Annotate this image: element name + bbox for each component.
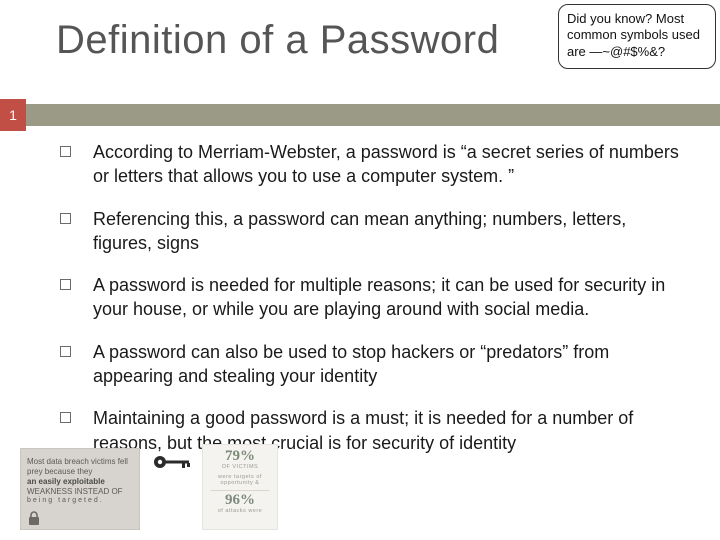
accent-bar [0,104,720,126]
list-item: According to Merriam-Webster, a password… [60,140,680,189]
divider [211,490,269,491]
bullet-icon [60,279,71,290]
stat-percentage: 96% [205,493,275,508]
quote-spaced: being targeted. [27,497,133,506]
did-you-know-callout: Did you know? Most common symbols used a… [558,4,716,69]
lock-icon [27,510,41,529]
list-item: A password is needed for multiple reason… [60,273,680,322]
stat-percentage: 79% [205,449,275,464]
quote-emphasis: an easily exploitable [27,477,133,487]
bullet-icon [60,146,71,157]
bullet-icon [60,346,71,357]
list-item: A password can also be used to stop hack… [60,340,680,389]
stat-label: were targets of opportunity & [205,474,275,487]
list-item-text: According to Merriam-Webster, a password… [93,140,680,189]
bullet-list: According to Merriam-Webster, a password… [60,140,680,473]
bullet-icon [60,412,71,423]
list-item-text: A password can also be used to stop hack… [93,340,680,389]
key-icon [152,453,194,476]
footer-graphics: Most data breach victims fell prey becau… [20,444,278,530]
list-item-text: Referencing this, a password can mean an… [93,207,680,256]
page-number-badge: 1 [0,99,26,131]
bullet-icon [60,213,71,224]
slide: Definition of a Password Did you know? M… [0,0,720,540]
quote-graphic: Most data breach victims fell prey becau… [20,448,140,530]
list-item: Referencing this, a password can mean an… [60,207,680,256]
quote-line: Most data breach victims fell prey becau… [27,457,133,477]
stats-graphic: 79% OF VICTIMS were targets of opportuni… [202,444,278,530]
slide-title: Definition of a Password [56,18,499,63]
list-item-text: A password is needed for multiple reason… [93,273,680,322]
stat-label: OF VICTIMS [205,464,275,471]
stat-label: of attacks were [205,508,275,515]
quote-line: WEAKNESS INSTEAD OF [27,487,133,497]
